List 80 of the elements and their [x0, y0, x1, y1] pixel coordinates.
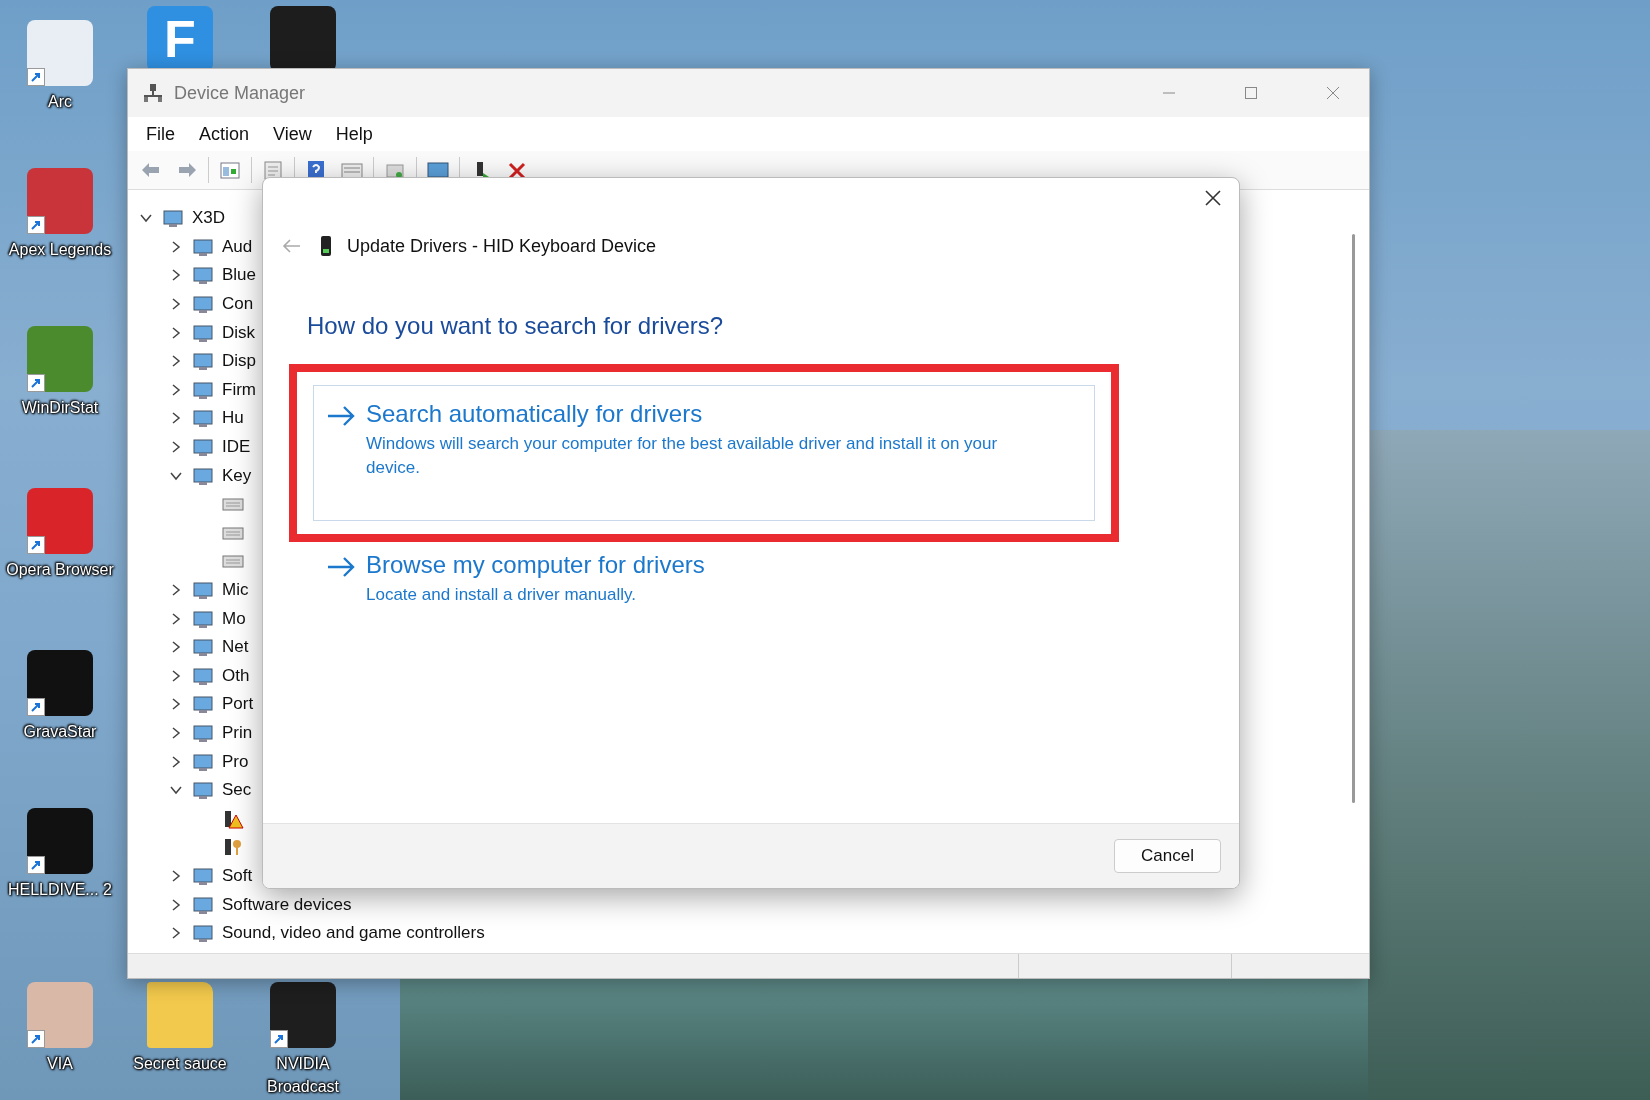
window-title: Device Manager [174, 82, 307, 104]
back-arrow-icon [281, 238, 301, 254]
device-icon [192, 465, 214, 486]
tree-item[interactable]: IDE [222, 437, 251, 458]
app-icon[interactable] [27, 650, 93, 716]
tree-item[interactable]: Firm [222, 379, 256, 400]
tree-item[interactable]: Aud [222, 236, 253, 257]
icon-label: GravaStar [22, 722, 98, 742]
app-icon [142, 82, 164, 104]
driver-option[interactable]: Search automatically for drivers Windows will search your computer for the best available driver and install it on your device. [313, 385, 1095, 521]
tree-item[interactable]: Software devices [222, 894, 352, 915]
app-icon[interactable] [27, 808, 93, 874]
device-icon [192, 265, 214, 286]
option-title: Browse my computer for drivers [366, 551, 705, 579]
device-icon [192, 437, 214, 458]
icon-label: Secret sauce [132, 1054, 228, 1074]
tree-item[interactable]: Sound, video and game controllers [222, 923, 485, 944]
device-icon [192, 694, 214, 715]
warning-device-icon [222, 808, 244, 829]
device-icon [192, 665, 214, 686]
tree-item[interactable]: Blue [222, 265, 257, 286]
icon-label: Arc [47, 92, 73, 112]
device-icon [192, 894, 214, 915]
tree-item[interactable]: Key [222, 465, 252, 486]
icon-label: HELLDIVE... 2 [6, 880, 113, 900]
tree-item[interactable]: Hu [222, 408, 244, 429]
device-icon [192, 923, 214, 944]
close-icon [1325, 85, 1341, 101]
tree-item[interactable]: Oth [222, 665, 250, 686]
icon-label: WinDirStat [20, 398, 100, 418]
device-icon [192, 723, 214, 743]
icon-label: NVIDIA Broadcast [265, 1054, 340, 1097]
app-icon[interactable] [270, 982, 336, 1048]
maximize-icon [1243, 85, 1259, 101]
close-icon [1204, 189, 1222, 207]
scrollbar[interactable] [1352, 234, 1355, 803]
option-description: Windows will search your computer for the best available driver and install it on your device. [366, 433, 999, 479]
tree-item[interactable]: Pro [222, 751, 249, 772]
question-heading: How do you want to search for drivers? [307, 312, 725, 340]
logo-letter: F [164, 9, 196, 69]
device-icon [192, 351, 214, 372]
menu-item[interactable]: View [263, 119, 322, 149]
device-icon [192, 751, 214, 772]
menu-item[interactable]: Action [189, 119, 260, 149]
arrow-icon [326, 404, 356, 428]
tree-item[interactable]: Port [222, 694, 254, 715]
option-title: Search automatically for drivers [366, 400, 704, 428]
key-device-icon [222, 837, 244, 858]
tree-item[interactable]: Disk [222, 322, 256, 343]
icon-label: VIA [46, 1054, 74, 1074]
icon-label: Opera Browser [5, 560, 115, 580]
tree-item[interactable]: Soft [222, 865, 253, 886]
device-icon [192, 608, 214, 629]
device-icon [162, 208, 184, 229]
tree-item[interactable]: Mic [222, 580, 249, 600]
device-icon [192, 379, 214, 400]
tree-item[interactable]: X3D [192, 208, 226, 229]
cancel-button[interactable]: Cancel [1114, 839, 1221, 873]
tree-item[interactable]: Disp [222, 351, 256, 372]
dialog-title: Update Drivers - HID Keyboard Device [347, 235, 657, 257]
device-icon [192, 322, 214, 343]
tree-item[interactable]: Mo [222, 608, 246, 629]
device-icon [192, 294, 214, 315]
tree-item[interactable]: Net [222, 637, 249, 658]
minimize-icon [1163, 92, 1175, 94]
icon-label: Apex Legends [7, 240, 113, 260]
device-icon [192, 580, 214, 600]
device-icon [192, 408, 214, 429]
menu-item[interactable]: File [136, 119, 185, 149]
tree-item[interactable]: Prin [222, 723, 253, 743]
device-icon [319, 235, 333, 257]
tree-item[interactable]: Sec [222, 780, 252, 801]
device-icon [192, 236, 214, 257]
device-icon [192, 865, 214, 886]
tree-item[interactable]: Con [222, 294, 254, 315]
arrow-icon [326, 555, 356, 579]
device-icon [192, 637, 214, 658]
menu-item[interactable]: Help [325, 119, 383, 149]
option-description: Locate and install a driver manually. [366, 584, 637, 606]
device-icon [192, 780, 214, 801]
